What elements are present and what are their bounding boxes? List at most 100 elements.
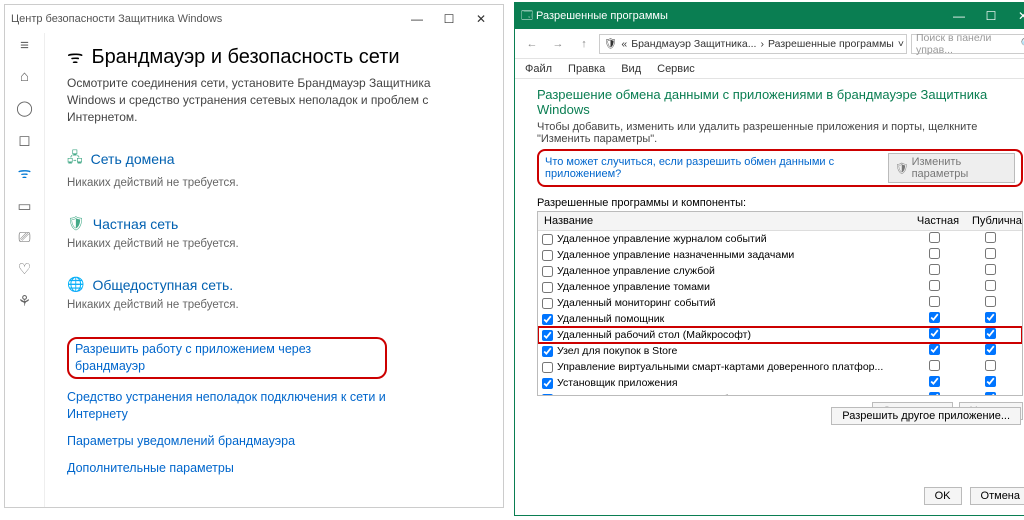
antenna-icon: ᯤ [67, 45, 83, 69]
section-domain[interactable]: 🖧 Сеть домена Никаких действий не требуе… [67, 147, 481, 189]
list-item[interactable]: Установщик приложения [538, 375, 1022, 391]
row-enable-checkbox[interactable] [542, 346, 553, 357]
col-public[interactable]: Публичная [966, 212, 1022, 230]
link-network-troubleshooter[interactable]: Средство устранения неполадок подключени… [67, 389, 387, 423]
row-public-checkbox[interactable] [985, 376, 996, 387]
firewall-icon[interactable]: ᯤ [18, 163, 32, 183]
list-item[interactable]: Удаленный мониторинг событий [538, 295, 1022, 311]
row-enable-checkbox[interactable] [542, 250, 553, 261]
chevron-down-icon[interactable]: ˅ [898, 38, 904, 50]
row-name: Удаленный рабочий стол (Майкрософт) [557, 329, 751, 341]
col-private[interactable]: Частная [910, 212, 966, 230]
row-public-checkbox[interactable] [985, 392, 996, 396]
row-enable-checkbox[interactable] [542, 234, 553, 245]
row-enable-checkbox[interactable] [542, 266, 553, 277]
list-item[interactable]: Удаленное управление томами [538, 279, 1022, 295]
list-item[interactable]: Управление виртуальными смарт-картами до… [538, 359, 1022, 375]
app-browser-icon[interactable]: ▭ [17, 197, 31, 215]
row-enable-checkbox[interactable] [542, 298, 553, 309]
shield-icon: 🛡 [604, 37, 617, 50]
home-icon[interactable]: ⌂ [20, 68, 29, 85]
menu-edit[interactable]: Правка [568, 63, 605, 75]
row-public-checkbox[interactable] [985, 280, 996, 291]
section-private[interactable]: 🛡 Частная сеть Никаких действий не требу… [67, 215, 481, 250]
menu-view[interactable]: Вид [621, 63, 641, 75]
row-name: Удаленный мониторинг событий [557, 297, 716, 309]
row-public-checkbox[interactable] [985, 312, 996, 323]
row-private-checkbox[interactable] [929, 360, 940, 371]
minimize-button[interactable]: — [401, 12, 433, 26]
row-enable-checkbox[interactable] [542, 394, 553, 397]
link-firewall-notifications[interactable]: Параметры уведомлений брандмауэра [67, 433, 387, 450]
window-title: Разрешенные программы [536, 10, 943, 22]
page-intro: Осмотрите соединения сети, установите Бр… [67, 75, 467, 125]
menu-tools[interactable]: Сервис [657, 63, 695, 75]
row-private-checkbox[interactable] [929, 280, 940, 291]
row-name: Управление виртуальными смарт-картами до… [557, 361, 883, 373]
row-name: Установщик приложения [557, 377, 678, 389]
cancel-button[interactable]: Отмена [970, 487, 1024, 505]
row-enable-checkbox[interactable] [542, 330, 553, 341]
allowed-apps-list: Название Частная Публичная Удаленное упр… [537, 211, 1023, 396]
health-icon[interactable]: ♡ [18, 260, 31, 278]
shield-icon[interactable]: ◯ [16, 99, 33, 117]
content-pane: ᯤ Брандмауэр и безопасность сети Осмотри… [45, 33, 503, 507]
list-item[interactable]: Удаленное управление журналом событий [538, 231, 1022, 247]
close-button[interactable]: ✕ [465, 12, 497, 26]
row-enable-checkbox[interactable] [542, 378, 553, 389]
row-name: Удаленный помощник [557, 313, 664, 325]
up-button[interactable]: ↑ [573, 38, 595, 50]
row-public-checkbox[interactable] [985, 232, 996, 243]
search-input[interactable]: Поиск в панели управ... 🔍 [911, 34, 1024, 54]
row-public-checkbox[interactable] [985, 296, 996, 307]
list-item[interactable]: Удаленный помощник [538, 311, 1022, 327]
row-name: Удаленное управление томами [557, 281, 710, 293]
ok-button[interactable]: OK [924, 487, 962, 505]
change-settings-button[interactable]: 🛡Изменить параметры [888, 153, 1015, 183]
row-private-checkbox[interactable] [929, 328, 940, 339]
breadcrumb[interactable]: 🛡 « Брандмауэр Защитника... › Разрешенны… [599, 34, 907, 54]
row-private-checkbox[interactable] [929, 344, 940, 355]
link-what-can-happen[interactable]: Что может случиться, если разрешить обме… [545, 156, 876, 180]
left-nav: ≡ ⌂ ◯ ◻ ᯤ ▭ ⎚ ♡ ⚘ [5, 33, 45, 507]
row-private-checkbox[interactable] [929, 232, 940, 243]
row-private-checkbox[interactable] [929, 296, 940, 307]
section-public[interactable]: 🌐 Общедоступная сеть. Никаких действий н… [67, 276, 481, 311]
close-button[interactable]: ✕ [1007, 9, 1024, 23]
maximize-button[interactable]: ☐ [433, 12, 465, 26]
titlebar: Центр безопасности Защитника Windows — ☐… [5, 5, 503, 33]
row-private-checkbox[interactable] [929, 392, 940, 396]
links-section: Разрешить работу с приложением через бра… [67, 337, 481, 476]
allow-another-app-button[interactable]: Разрешить другое приложение... [831, 407, 1021, 425]
list-item[interactable]: Учетная запись компании или учебного зав… [538, 391, 1022, 396]
family-icon[interactable]: ⚘ [18, 292, 31, 310]
list-item[interactable]: Удаленный рабочий стол (Майкрософт) [538, 327, 1022, 343]
row-private-checkbox[interactable] [929, 312, 940, 323]
row-public-checkbox[interactable] [985, 360, 996, 371]
menu-icon[interactable]: ≡ [20, 37, 29, 54]
menu-file[interactable]: Файл [525, 63, 552, 75]
maximize-button[interactable]: ☐ [975, 9, 1007, 23]
row-public-checkbox[interactable] [985, 344, 996, 355]
back-button[interactable]: ← [521, 38, 543, 50]
forward-button[interactable]: → [547, 38, 569, 50]
row-private-checkbox[interactable] [929, 264, 940, 275]
row-public-checkbox[interactable] [985, 264, 996, 275]
row-private-checkbox[interactable] [929, 248, 940, 259]
device-icon[interactable]: ⎚ [18, 229, 30, 246]
minimize-button[interactable]: — [943, 9, 975, 23]
list-item[interactable]: Удаленное управление назначенными задача… [538, 247, 1022, 263]
list-item[interactable]: Узел для покупок в Store [538, 343, 1022, 359]
row-enable-checkbox[interactable] [542, 314, 553, 325]
row-private-checkbox[interactable] [929, 376, 940, 387]
row-enable-checkbox[interactable] [542, 362, 553, 373]
link-advanced-settings[interactable]: Дополнительные параметры [67, 460, 387, 477]
nav-toolbar: ← → ↑ 🛡 « Брандмауэр Защитника... › Разр… [515, 29, 1024, 59]
link-allow-app-through-firewall[interactable]: Разрешить работу с приложением через бра… [67, 337, 387, 379]
list-item[interactable]: Удаленное управление службой [538, 263, 1022, 279]
col-name[interactable]: Название [538, 212, 910, 230]
row-public-checkbox[interactable] [985, 248, 996, 259]
row-public-checkbox[interactable] [985, 328, 996, 339]
row-enable-checkbox[interactable] [542, 282, 553, 293]
account-icon[interactable]: ◻ [18, 131, 30, 149]
